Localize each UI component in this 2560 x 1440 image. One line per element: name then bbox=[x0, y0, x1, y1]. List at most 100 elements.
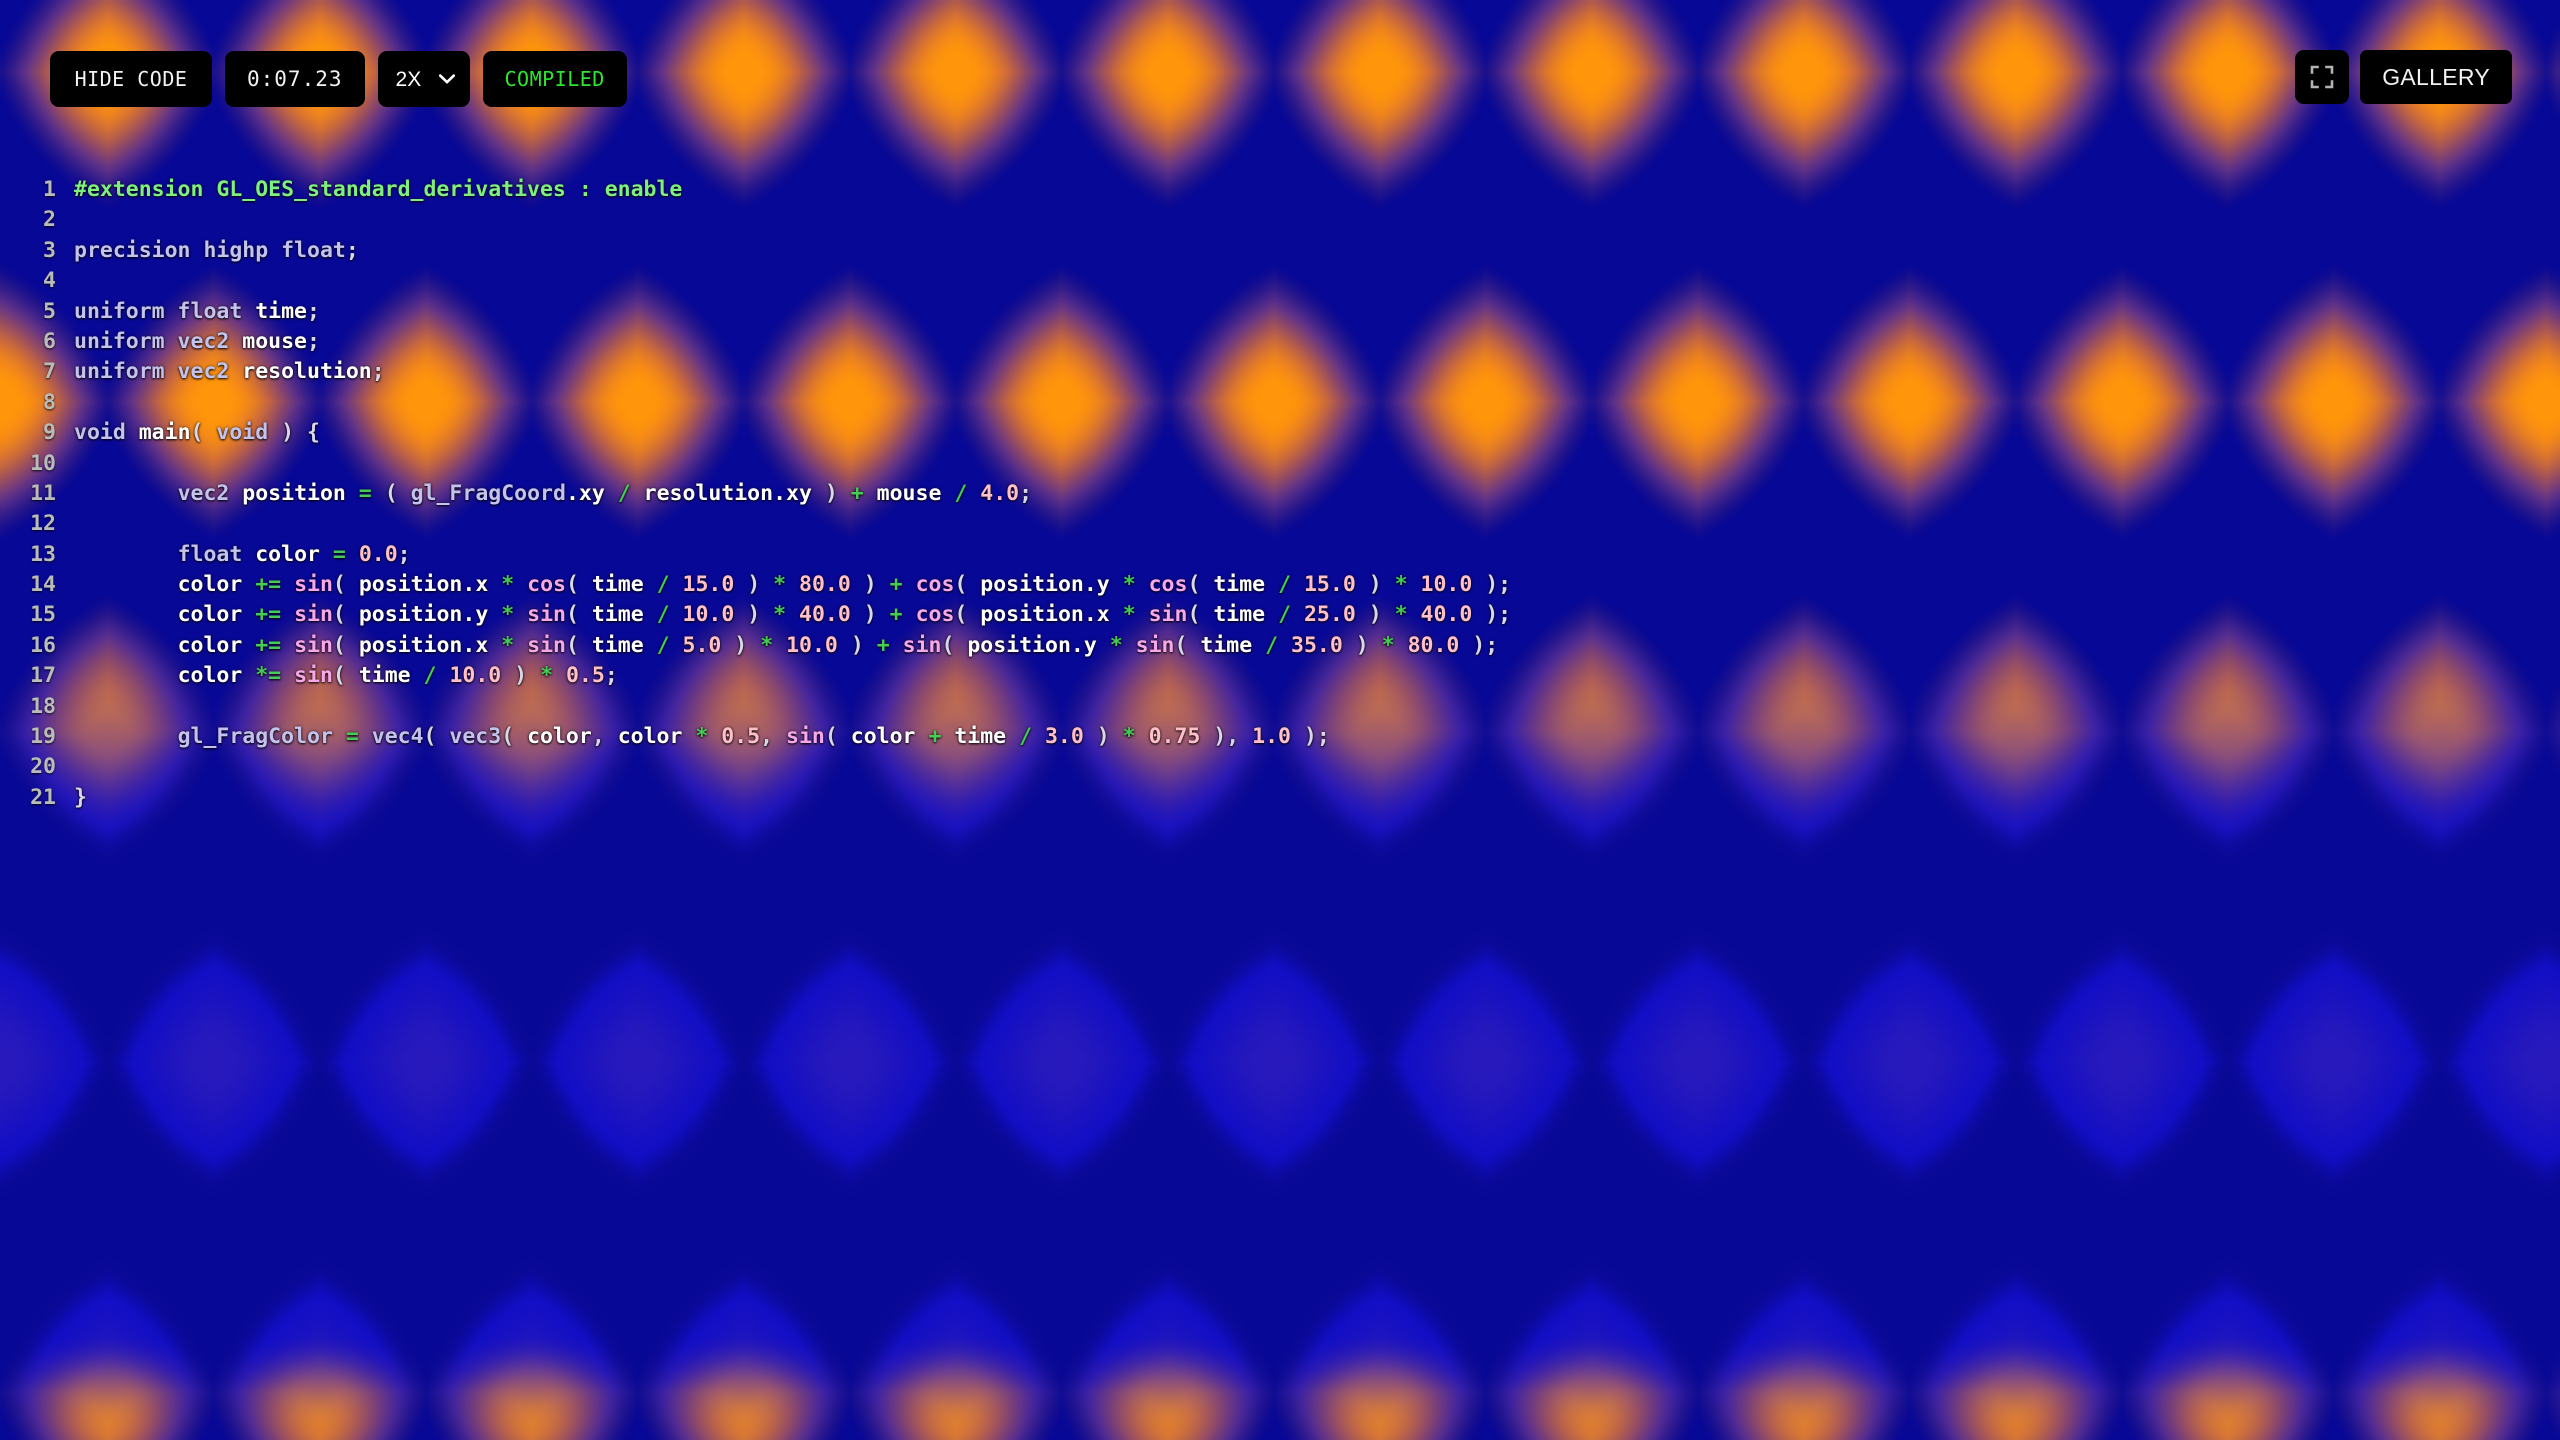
code-token-fn: sin bbox=[786, 724, 825, 750]
code-token-num: 40.0 bbox=[799, 602, 851, 628]
line-number: 8 bbox=[43, 389, 56, 415]
code-line[interactable]: 18 bbox=[0, 692, 1511, 722]
code-line-content[interactable]: color += sin( position.x * sin( time / 5… bbox=[74, 631, 1511, 661]
code-line[interactable]: 4 bbox=[0, 266, 1511, 296]
code-line-content[interactable]: #extension GL_OES_standard_derivatives :… bbox=[74, 175, 1511, 205]
code-token-fn: sin bbox=[294, 663, 333, 689]
code-token-pun: } bbox=[74, 784, 87, 810]
code-line[interactable]: 21} bbox=[0, 783, 1511, 813]
code-line[interactable]: 2 bbox=[0, 205, 1511, 235]
speed-select[interactable]: 2X bbox=[377, 51, 470, 107]
playback-timer[interactable]: 0:07.23 bbox=[225, 51, 365, 107]
code-token-num: 1.0 bbox=[1252, 724, 1291, 750]
code-token-pun: ); bbox=[1472, 602, 1512, 628]
code-token-op: * bbox=[501, 572, 515, 598]
code-token-pun: ( bbox=[332, 663, 359, 689]
code-token-op: / bbox=[423, 663, 437, 689]
code-line[interactable]: 6 uniform vec2 mouse; bbox=[0, 327, 1511, 357]
code-token-pun: ) bbox=[811, 480, 851, 506]
code-token-id: color bbox=[177, 602, 256, 628]
code-line[interactable]: 17 color *= sin( time / 10.0 ) * 0.5; bbox=[0, 661, 1511, 691]
code-token-fn: sin bbox=[527, 632, 566, 658]
code-token-op: += bbox=[255, 572, 282, 598]
code-token-num: 25.0 bbox=[1303, 602, 1356, 628]
code-token-num: 3.0 bbox=[1044, 724, 1084, 750]
line-number: 12 bbox=[30, 511, 56, 537]
code-token-kw: precision highp float bbox=[74, 237, 346, 263]
gallery-button[interactable]: GALLERY bbox=[2360, 50, 2512, 104]
code-token-op: * bbox=[773, 572, 787, 598]
code-token-pun: ( bbox=[1187, 602, 1214, 628]
code-token-num: 0.75 bbox=[1148, 724, 1201, 750]
code-line[interactable]: 13 float color = 0.0; bbox=[0, 540, 1511, 570]
code-line[interactable]: 19 gl_FragColor = vec4( vec3( color, col… bbox=[0, 722, 1511, 752]
code-line-content[interactable]: void main( void ) { bbox=[74, 418, 1511, 448]
code-token-op: *= bbox=[255, 663, 282, 689]
code-token-fn: cos bbox=[527, 572, 566, 598]
code-token-pun: ( bbox=[332, 602, 359, 628]
code-token-id: color bbox=[255, 541, 333, 567]
code-token-pun: ( bbox=[565, 572, 592, 598]
code-token-pun: ( bbox=[423, 724, 450, 750]
code-line[interactable]: 14 color += sin( position.x * cos( time … bbox=[0, 570, 1511, 600]
line-number: 15 bbox=[30, 602, 56, 628]
code-line-content[interactable]: uniform vec2 resolution; bbox=[74, 357, 1511, 387]
code-token-id: mouse bbox=[242, 328, 308, 354]
code-token-pun: ; bbox=[307, 298, 320, 324]
code-line-content[interactable]: vec2 position = ( gl_FragCoord.xy / reso… bbox=[74, 479, 1511, 509]
code-token-pun: ) bbox=[1355, 602, 1395, 628]
code-line[interactable]: 3 precision highp float; bbox=[0, 236, 1511, 266]
code-token-op: / bbox=[617, 480, 631, 506]
code-line[interactable]: 11 vec2 position = ( gl_FragCoord.xy / r… bbox=[0, 479, 1511, 509]
code-token-txt: .x bbox=[1083, 602, 1123, 628]
code-line[interactable]: 10 bbox=[0, 449, 1511, 479]
code-line-content[interactable]: float color = 0.0; bbox=[74, 540, 1511, 570]
code-token-num: 0.0 bbox=[358, 541, 398, 567]
code-token-pun: ); bbox=[1459, 632, 1499, 658]
hide-code-button[interactable]: HIDE CODE bbox=[50, 51, 212, 107]
code-token-pun: ( bbox=[332, 572, 359, 598]
code-line-content[interactable]: uniform vec2 mouse; bbox=[74, 327, 1511, 357]
code-token-pun: ( bbox=[1187, 572, 1214, 598]
code-token-pun: ( bbox=[565, 602, 592, 628]
code-line[interactable]: 1 #extension GL_OES_standard_derivatives … bbox=[0, 175, 1511, 205]
code-line-content[interactable]: precision highp float; bbox=[74, 236, 1511, 266]
code-line[interactable]: 5 uniform float time; bbox=[0, 297, 1511, 327]
code-line-content[interactable]: uniform float time; bbox=[74, 297, 1511, 327]
speed-select-wrapper[interactable]: 2X bbox=[377, 51, 470, 107]
code-line-content[interactable]: gl_FragColor = vec4( vec3( color, color … bbox=[74, 722, 1511, 752]
code-token-num: 10.0 bbox=[682, 602, 735, 628]
code-token-num: 10.0 bbox=[786, 632, 838, 658]
code-line[interactable]: 12 bbox=[0, 509, 1511, 539]
code-line[interactable]: 15 color += sin( position.y * sin( time … bbox=[0, 600, 1511, 630]
line-number: 6 bbox=[43, 328, 56, 354]
code-line[interactable]: 16 color += sin( position.x * sin( time … bbox=[0, 631, 1511, 661]
code-line-content[interactable]: color += sin( position.y * sin( time / 1… bbox=[74, 600, 1512, 630]
code-line-content[interactable]: color += sin( position.x * cos( time / 1… bbox=[74, 570, 1512, 600]
code-token-pun: ; bbox=[604, 663, 618, 689]
code-line[interactable]: 7 uniform vec2 resolution; bbox=[0, 357, 1511, 387]
code-line[interactable]: 9 void main( void ) { bbox=[0, 418, 1511, 448]
code-token-pun: ( bbox=[954, 602, 981, 628]
fullscreen-button[interactable] bbox=[2295, 50, 2350, 104]
code-token-id: time bbox=[358, 663, 424, 689]
code-line-content[interactable]: } bbox=[74, 783, 1511, 813]
code-token-kw: uniform vec2 bbox=[74, 359, 243, 385]
code-line[interactable]: 20 bbox=[0, 752, 1511, 782]
line-number: 14 bbox=[30, 572, 56, 598]
code-token-op: / bbox=[1278, 602, 1292, 628]
code-line-content[interactable]: color *= sin( time / 10.0 ) * 0.5; bbox=[74, 661, 1511, 691]
code-token-num: 10.0 bbox=[449, 663, 502, 689]
code-line[interactable]: 8 bbox=[0, 388, 1511, 418]
code-editor[interactable]: 1 #extension GL_OES_standard_derivatives … bbox=[0, 175, 1511, 813]
code-token-id: time bbox=[1200, 632, 1266, 658]
